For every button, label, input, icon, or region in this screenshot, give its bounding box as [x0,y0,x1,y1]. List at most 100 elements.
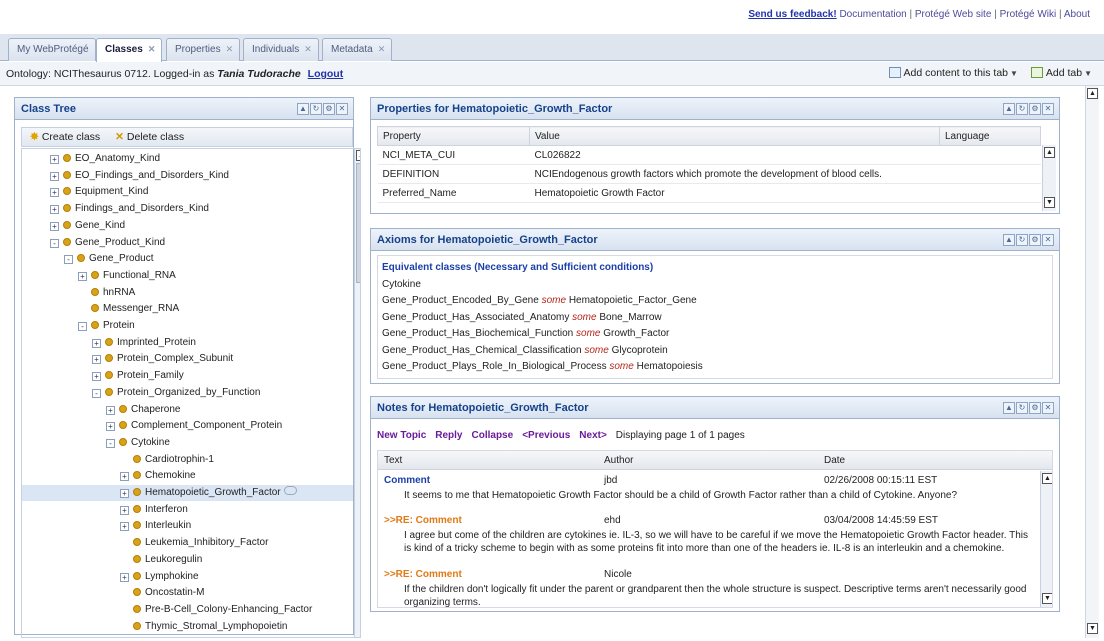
tree-node[interactable]: - Cytokine [22,435,353,451]
close-icon[interactable]: ✕ [1042,103,1054,115]
minimize-icon[interactable]: ▲ [297,103,309,115]
tree-node[interactable]: + Equipment_Kind [22,184,353,200]
scroll-up-icon[interactable]: ▲ [1087,88,1098,99]
expand-icon[interactable]: + [50,155,59,164]
tree-scrollbar[interactable]: ▲ [354,149,360,637]
tree-node[interactable]: Pre-B-Cell_Colony-Enhancing_Factor [22,602,353,618]
note-subject[interactable]: >>RE: Comment [384,569,462,580]
expand-icon[interactable]: + [106,405,115,415]
tab-close-icon[interactable]: ✕ [148,44,156,54]
top-link[interactable]: Documentation [839,9,906,20]
add-tab-button[interactable]: Add tab ▼ [1030,67,1092,79]
minimize-icon[interactable]: ▲ [1003,234,1015,246]
settings-icon[interactable]: ⚙ [1029,103,1041,115]
tab-close-icon[interactable]: ✕ [378,44,386,54]
expand-icon[interactable]: + [92,338,101,348]
tree-node[interactable]: + Findings_and_Disorders_Kind [22,201,353,217]
collapse-icon[interactable]: - [78,322,87,331]
table-row[interactable]: DEFINITION NCIEndogenous growth factors w… [377,164,1041,184]
table-row[interactable]: Preferred_Name Hematopoietic Growth Facto… [377,183,1041,203]
reply-link[interactable]: Reply [435,430,462,441]
tree-node[interactable]: Leukemia_Inhibitory_Factor [22,535,353,551]
collapse-icon[interactable]: - [50,238,59,248]
axiom-line[interactable]: Gene_Product_Has_Associated_Anatomy some… [382,310,1048,327]
tab-classes[interactable]: Classes ✕ [96,38,163,62]
expand-icon[interactable]: + [120,489,129,498]
expand-icon[interactable]: + [50,221,59,231]
tree-node[interactable]: + EO_Anatomy_Kind [22,151,353,167]
tree-node[interactable]: + Interferon [22,502,353,518]
next-link[interactable]: Next> [579,430,607,441]
tree-node[interactable]: + EO_Findings_and_Disorders_Kind [22,168,353,184]
collapse-link[interactable]: Collapse [472,430,514,441]
tree-node[interactable]: + Chaperone [22,402,353,418]
table-row[interactable]: NCI_META_CUI CL026822 [377,145,1041,165]
close-icon[interactable]: ✕ [336,103,348,115]
tab-close-icon[interactable]: ✕ [226,44,234,54]
close-icon[interactable]: ✕ [1042,234,1054,246]
collapse-icon[interactable]: - [106,438,115,448]
expand-icon[interactable]: + [50,171,59,181]
tree-node[interactable]: hnRNA [22,285,353,301]
tab-my-webprot-g-[interactable]: My WebProtégé [8,38,96,61]
create-class-button[interactable]: ✸ Create class [30,131,100,143]
expand-icon[interactable]: + [120,472,129,482]
scroll-down-icon[interactable]: ▼ [1042,593,1052,604]
expand-icon[interactable]: + [78,271,87,281]
settings-icon[interactable]: ⚙ [323,103,335,115]
axiom-line[interactable]: Cytokine [382,277,1048,294]
notes-scrollbar[interactable]: ▲ ▼ [1040,471,1052,607]
tree-node[interactable]: + Complement_Component_Protein [22,418,353,434]
expand-icon[interactable]: + [50,205,59,215]
settings-icon[interactable]: ⚙ [1029,234,1041,246]
close-icon[interactable]: ✕ [1042,402,1054,414]
refresh-icon[interactable]: ↻ [1016,103,1028,115]
feedback-link[interactable]: Send us feedback! [748,9,836,20]
column-header-text[interactable]: Text [384,455,402,466]
minimize-icon[interactable]: ▲ [1003,402,1015,414]
tree-node[interactable]: Thymic_Stromal_Lymphopoietin [22,619,353,635]
column-header-date[interactable]: Date [824,455,845,466]
tab-properties[interactable]: Properties ✕ [166,38,241,61]
tree-node[interactable]: - Gene_Product_Kind [22,235,353,251]
column-header-value[interactable]: Value [529,126,940,146]
tree-node[interactable]: + Protein_Complex_Subunit [22,351,353,367]
column-header-language[interactable]: Language [939,126,1041,146]
tree-node[interactable]: Leukoregulin [22,552,353,568]
refresh-icon[interactable]: ↻ [310,103,322,115]
expand-icon[interactable]: + [50,188,59,198]
new-topic-link[interactable]: New Topic [377,430,426,441]
expand-icon[interactable]: + [92,372,101,382]
tree-node[interactable]: - Gene_Product [22,251,353,267]
scroll-down-icon[interactable]: ▼ [1087,623,1098,634]
tree-node[interactable]: Cardiotrophin-1 [22,452,353,468]
tree-node[interactable]: + Imprinted_Protein [22,335,353,351]
axiom-line[interactable]: Gene_Product_Has_Chemical_Classification… [382,343,1048,360]
collapse-icon[interactable]: - [64,255,73,265]
scroll-up-icon[interactable]: ▲ [1042,473,1052,484]
column-header-author[interactable]: Author [604,455,633,466]
expand-icon[interactable]: + [120,505,129,515]
top-link[interactable]: Protégé Wiki [1000,9,1057,20]
refresh-icon[interactable]: ↻ [1016,234,1028,246]
tab-close-icon[interactable]: ✕ [304,44,312,54]
tree-node[interactable]: + Lymphokine [22,569,353,585]
scroll-up-icon[interactable]: ▲ [356,150,360,161]
expand-icon[interactable]: + [120,572,129,582]
scroll-down-icon[interactable]: ▼ [1044,197,1055,208]
scroll-thumb[interactable] [356,163,360,283]
tree-node[interactable]: + Hematopoietic_Growth_Factor [22,485,353,501]
tree-node[interactable]: Messenger_RNA [22,301,353,317]
delete-class-button[interactable]: ✕ Delete class [103,131,184,143]
class-tree[interactable]: + EO_Anatomy_Kind + EO_Findings_and_Disorde… [21,148,361,638]
top-link[interactable]: About [1064,9,1090,20]
expand-icon[interactable]: + [106,422,115,432]
add-content-button[interactable]: Add content to this tab ▼ [888,67,1028,79]
axiom-line[interactable]: Gene_Product_Has_Biochemical_Function so… [382,326,1048,343]
properties-scrollbar[interactable]: ▲ ▼ [1042,145,1056,211]
previous-link[interactable]: <Previous [522,430,570,441]
tree-node[interactable]: + Interleukin [22,518,353,534]
settings-icon[interactable]: ⚙ [1029,402,1041,414]
expand-icon[interactable]: + [92,355,101,365]
tree-node[interactable]: + Functional_RNA [22,268,353,284]
